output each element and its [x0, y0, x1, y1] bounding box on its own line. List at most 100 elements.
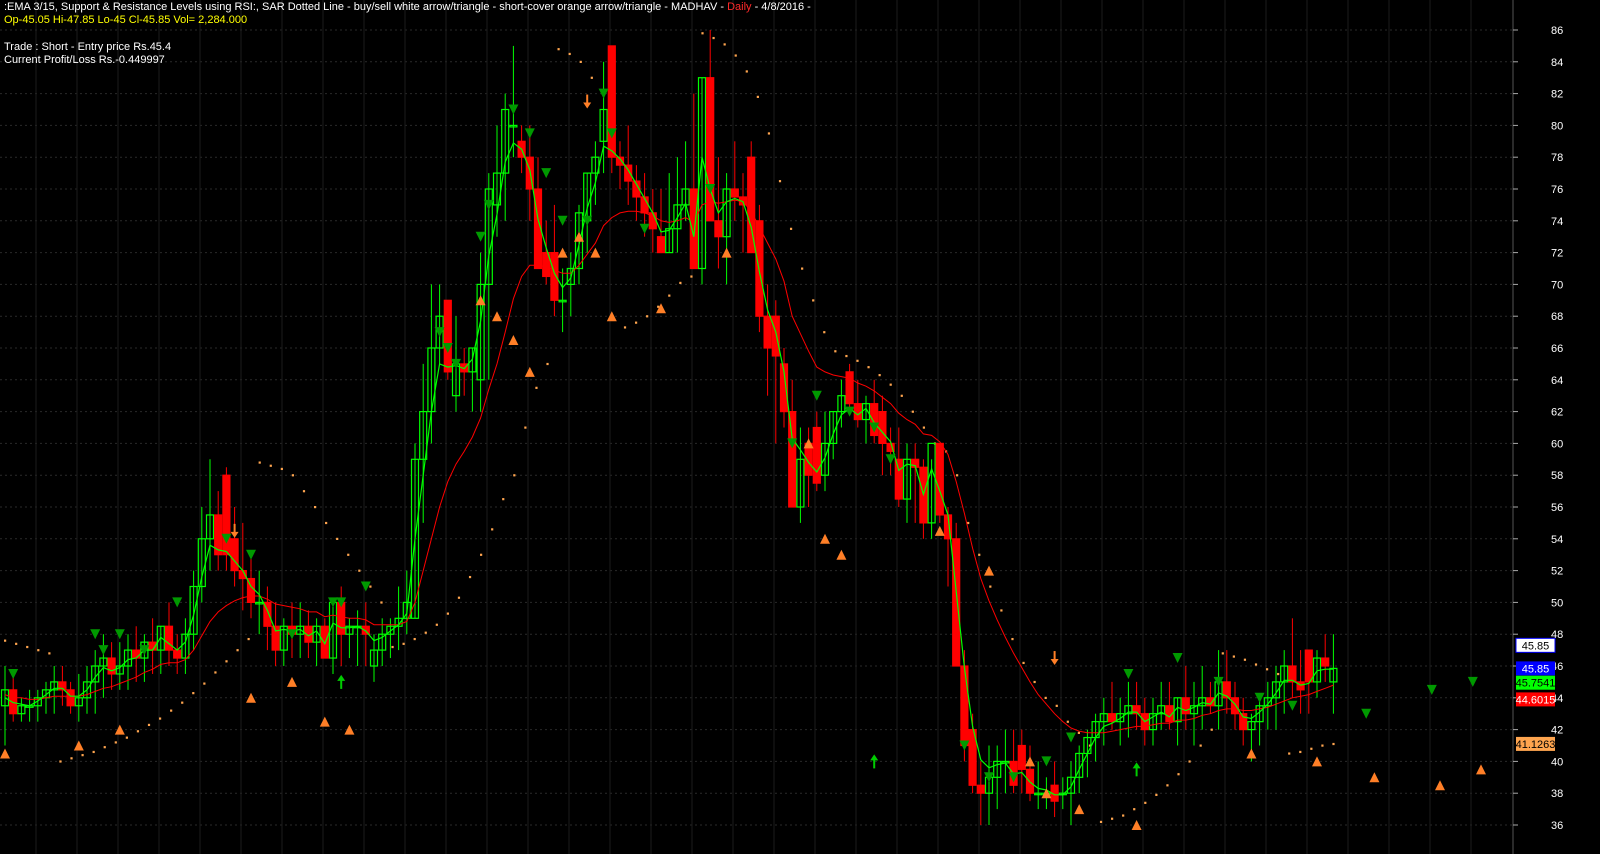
sar-dot: [579, 60, 582, 63]
candle-body-bearish: [935, 442, 944, 516]
sar-dot: [535, 386, 538, 389]
sar-dot: [325, 521, 328, 525]
trade-status: Trade : Short - Entry price Rs.45.4: [4, 41, 172, 53]
sar-dot: [446, 612, 449, 615]
interval-label: Daily: [727, 1, 752, 13]
sar-dot: [690, 275, 693, 278]
sar-dot: [192, 692, 195, 695]
sar-dot: [812, 299, 815, 302]
sar-dot: [48, 652, 51, 655]
sar-dot: [845, 354, 848, 358]
y-tick-label: 62: [1551, 407, 1563, 419]
sar-dot: [1243, 658, 1247, 661]
sar-dot: [380, 601, 383, 604]
sar-dot: [391, 645, 394, 649]
y-tick-label: 70: [1551, 279, 1563, 291]
sar-dot: [801, 267, 804, 270]
title-suffix: - 4/8/2016 -: [751, 1, 811, 13]
y-tick-label: 40: [1551, 756, 1563, 768]
sar-dot: [1288, 752, 1291, 755]
sar-dot: [37, 649, 40, 652]
y-tick-label: 50: [1551, 597, 1563, 609]
sar-dot: [513, 474, 516, 477]
sar-dot: [834, 350, 837, 353]
sar-dot: [867, 366, 870, 369]
sar-dot: [313, 506, 317, 509]
sar-dot: [1155, 793, 1158, 796]
sar-dot: [1299, 750, 1302, 754]
sar-dot: [59, 760, 62, 763]
sar-dot: [1210, 728, 1213, 731]
sar-dot: [369, 585, 372, 588]
sar-dot: [424, 631, 427, 634]
candle-body-bearish: [763, 315, 772, 349]
candle-body-bearish: [706, 77, 715, 222]
candle-body-bearish: [107, 657, 116, 675]
sar-dot: [225, 660, 228, 663]
sar-dot: [291, 474, 295, 477]
sar-dot: [878, 374, 881, 377]
y-tick-label: 54: [1551, 534, 1563, 546]
sar-dot: [1066, 720, 1069, 723]
y-tick-label: 42: [1551, 725, 1563, 737]
sar-dot: [1254, 663, 1258, 666]
price-chart[interactable]: 3638404244464850525456586062646668707274…: [0, 0, 1600, 854]
candle-body-bearish: [443, 299, 452, 373]
sar-dot: [302, 490, 306, 493]
candle-body-bearish: [607, 45, 616, 158]
sar-dot: [989, 585, 992, 588]
sar-dot: [568, 52, 571, 56]
sar-dot: [1000, 609, 1003, 612]
sar-dot: [1188, 760, 1191, 763]
sar-dot: [181, 701, 184, 704]
y-tick-label: 36: [1551, 820, 1563, 832]
price-tag-label: 45.85: [1522, 640, 1550, 652]
sar-dot: [956, 474, 959, 477]
candle-body-bearish: [960, 665, 969, 747]
profit-loss: Current Profit/Loss Rs.-0.449997: [4, 54, 165, 66]
sar-dot: [1044, 696, 1047, 699]
y-tick-label: 84: [1551, 57, 1563, 69]
sar-dot: [778, 180, 782, 183]
candle-body-bearish: [853, 403, 862, 421]
sar-dot: [524, 426, 527, 429]
y-tick-label: 60: [1551, 438, 1563, 450]
sar-dot: [1310, 747, 1313, 750]
candle-body-bearish: [730, 188, 739, 198]
sar-dot: [1033, 680, 1036, 684]
sar-dot: [236, 649, 239, 652]
candle-body-bearish: [812, 426, 821, 484]
sar-dot: [723, 43, 726, 46]
sar-dot: [1177, 773, 1180, 776]
y-tick-label: 38: [1551, 788, 1563, 800]
candle-body-bearish: [878, 411, 887, 445]
sar-dot: [1111, 817, 1114, 820]
sar-dot: [679, 281, 682, 285]
sar-dot: [147, 723, 151, 727]
sar-dot: [889, 383, 892, 386]
sar-dot: [823, 331, 826, 334]
sar-dot: [1221, 652, 1224, 655]
sar-dot: [1022, 661, 1025, 665]
sar-dot: [856, 359, 859, 362]
sar-dot: [1133, 808, 1136, 811]
price-tag-label: 44.6015: [1516, 694, 1556, 706]
sar-dot: [70, 757, 73, 760]
sar-dot: [712, 36, 715, 40]
candle-body-bearish: [788, 411, 797, 508]
y-tick-label: 52: [1551, 566, 1563, 578]
sar-dot: [1144, 801, 1147, 804]
sar-dot: [634, 321, 638, 324]
candle-body-bearish: [845, 371, 854, 405]
sar-dot: [92, 750, 95, 754]
sar-dot: [203, 682, 206, 685]
y-tick-label: 72: [1551, 248, 1563, 260]
sar-dot: [358, 569, 361, 572]
price-tag-label: 41.1263: [1516, 739, 1556, 751]
title-prefix: :EMA 3/15, Support & Resistance Levels u…: [4, 1, 728, 13]
candle-body-bearish: [1017, 744, 1026, 770]
candle-body-bearish: [164, 625, 174, 651]
sar-dot: [1011, 637, 1014, 641]
sar-dot: [967, 521, 970, 525]
candle-body-bearish: [771, 315, 780, 357]
